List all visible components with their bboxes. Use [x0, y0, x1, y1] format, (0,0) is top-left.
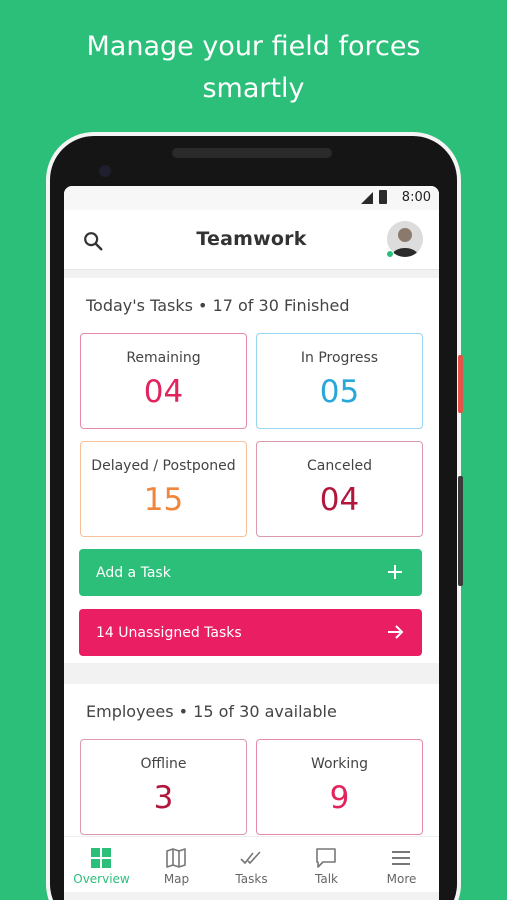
unassigned-tasks-label: 14 Unassigned Tasks: [96, 625, 242, 641]
promo-headline: Manage your field forces smartly: [0, 26, 507, 110]
bottom-nav: Overview Map Tasks Talk More: [64, 836, 439, 892]
nav-item-tasks[interactable]: Tasks: [214, 837, 289, 893]
tasks-title: Today's Tasks • 17 of 30 Finished: [86, 296, 350, 315]
phone-volume-button: [458, 476, 463, 586]
tasks-card: Today's Tasks • 17 of 30 Finished Remain…: [64, 278, 439, 663]
tile-label: In Progress: [300, 350, 379, 366]
tile-delayed[interactable]: Delayed / Postponed 15: [80, 441, 247, 537]
unassigned-tasks-button[interactable]: 14 Unassigned Tasks: [79, 609, 422, 656]
status-time: 8:00: [401, 190, 431, 205]
add-task-button[interactable]: Add a Task: [79, 549, 422, 596]
nav-label: Talk: [315, 872, 338, 886]
arrow-right-icon: [388, 625, 404, 639]
nav-item-map[interactable]: Map: [139, 837, 214, 893]
tile-label: Working: [310, 756, 369, 772]
tile-value: 3: [153, 780, 174, 816]
phone-speaker: [172, 148, 332, 158]
promo-line-2: smartly: [202, 73, 305, 104]
signal-icon: [361, 192, 373, 204]
app-bar: Teamwork: [64, 210, 439, 270]
tile-value: 04: [143, 374, 184, 410]
chat-icon: [316, 848, 336, 868]
plus-icon: [388, 565, 402, 579]
tile-value: 05: [319, 374, 360, 410]
promo-line-1: Manage your field forces: [86, 31, 421, 62]
tile-offline[interactable]: Offline 3: [80, 739, 247, 835]
nav-item-talk[interactable]: Talk: [289, 837, 364, 893]
add-task-label: Add a Task: [96, 565, 171, 581]
nav-item-overview[interactable]: Overview: [64, 837, 139, 893]
nav-item-more[interactable]: More: [364, 837, 439, 893]
phone-camera: [99, 165, 111, 177]
employees-title: Employees • 15 of 30 available: [86, 702, 337, 721]
grid-icon: [91, 848, 111, 868]
tile-value: 15: [143, 482, 184, 518]
tile-remaining[interactable]: Remaining 04: [80, 333, 247, 429]
tile-label: Canceled: [307, 458, 372, 474]
online-status-dot: [386, 250, 394, 258]
app-title: Teamwork: [196, 228, 307, 250]
map-icon: [166, 848, 186, 868]
phone-power-button: [458, 355, 463, 413]
tile-label: Offline: [140, 756, 187, 772]
menu-icon: [392, 851, 410, 865]
battery-icon: [379, 190, 387, 204]
tile-in-progress[interactable]: In Progress 05: [256, 333, 423, 429]
tile-working[interactable]: Working 9: [256, 739, 423, 835]
tile-value: 9: [329, 780, 350, 816]
app-screen: 8:00 Teamwork Today's Tasks • 17 of 30 F…: [64, 186, 439, 900]
tile-value: 04: [319, 482, 360, 518]
tile-canceled[interactable]: Canceled 04: [256, 441, 423, 537]
double-check-icon: [240, 851, 261, 865]
tile-label: Delayed / Postponed: [91, 458, 236, 474]
nav-label: More: [386, 872, 417, 886]
tile-label: Remaining: [126, 350, 201, 366]
status-bar: 8:00: [64, 186, 439, 210]
nav-label: Tasks: [235, 872, 268, 886]
nav-label: Map: [163, 872, 190, 886]
nav-label: Overview: [73, 872, 130, 886]
